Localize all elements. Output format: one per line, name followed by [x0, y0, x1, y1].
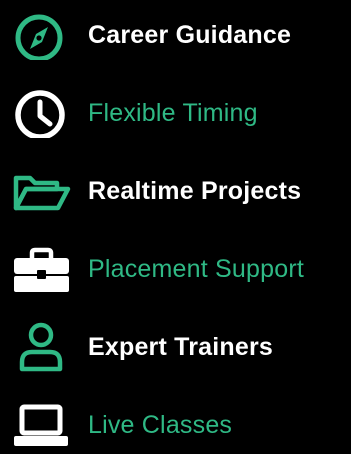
feature-label: Realtime Projects	[88, 177, 302, 205]
laptop-icon	[10, 400, 72, 450]
feature-item-realtime-projects: Realtime Projects	[0, 160, 351, 220]
compass-icon	[10, 10, 72, 60]
feature-label: Expert Trainers	[88, 333, 274, 361]
feature-label: Live Classes	[88, 411, 233, 439]
feature-list: Career Guidance Flexible Timing Realtime…	[0, 0, 351, 446]
feature-label: Career Guidance	[88, 21, 292, 49]
feature-item-live-classes: Live Classes	[0, 394, 351, 454]
briefcase-icon	[10, 244, 72, 294]
user-icon	[10, 322, 72, 372]
feature-item-flexible-timing: Flexible Timing	[0, 82, 351, 142]
folder-icon	[10, 166, 72, 216]
clock-icon	[10, 88, 72, 138]
feature-item-expert-trainers: Expert Trainers	[0, 316, 351, 376]
feature-label: Flexible Timing	[88, 99, 258, 127]
feature-item-career-guidance: Career Guidance	[0, 4, 351, 64]
feature-item-placement-support: Placement Support	[0, 238, 351, 298]
feature-label: Placement Support	[88, 255, 305, 283]
